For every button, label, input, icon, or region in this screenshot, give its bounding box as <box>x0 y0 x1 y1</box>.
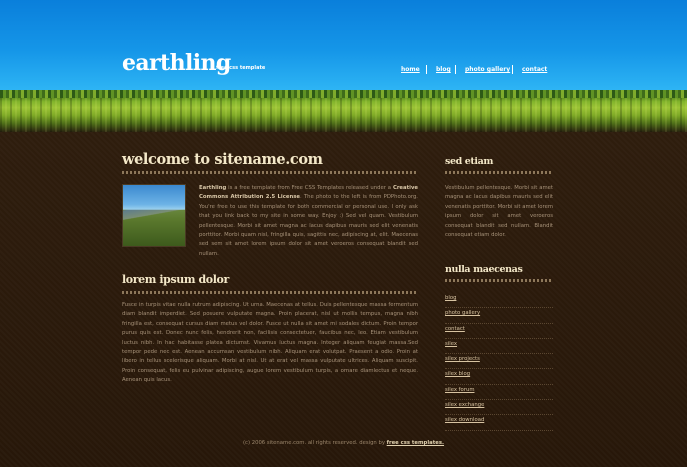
lorem-paragraph: Fusce in turpis vitae nulla rutrum adipi… <box>122 302 418 384</box>
sidebar-link-blog[interactable]: blog <box>445 295 456 301</box>
footer-credit-link[interactable]: free css templates. <box>387 440 444 446</box>
sidebar-links: blog photo gallery contact silex silex p… <box>445 293 553 431</box>
footer: (c) 2006 sitename.com. all rights reserv… <box>0 440 687 446</box>
intro-paragraph: Earthling is a free template from Free C… <box>199 184 418 259</box>
header-sky <box>0 0 687 92</box>
content-background <box>0 132 687 467</box>
sidebar-item-photo-gallery: photo gallery <box>445 308 553 324</box>
sidebar-link-silex-forum[interactable]: silex forum <box>445 387 475 393</box>
nav-contact[interactable]: contact <box>522 66 547 74</box>
nav-photo-gallery[interactable]: photo gallery <box>465 66 510 74</box>
sidebar-link-photo-gallery[interactable]: photo gallery <box>445 310 480 316</box>
sidebar-item-contact: contact <box>445 324 553 339</box>
sidebar-item-silex-download: silex download <box>445 415 553 431</box>
sidebar-link-contact[interactable]: contact <box>445 326 465 332</box>
sidebar-link-silex-blog[interactable]: silex blog <box>445 371 470 377</box>
sidebar-link-silex[interactable]: silex <box>445 341 457 347</box>
page: earthling free css template home blog ph… <box>0 0 687 467</box>
nav-separator <box>426 65 427 74</box>
sidebar-item-blog: blog <box>445 293 553 309</box>
nav-home[interactable]: home <box>401 66 420 74</box>
sed-etiam-divider <box>445 171 553 174</box>
lorem-title: lorem ipsum dolor <box>122 273 229 286</box>
intro-text-1: is a free template from Free CSS Templat… <box>226 185 393 191</box>
welcome-title: welcome to sitename.com <box>122 151 323 168</box>
sed-etiam-text: Vestibulum pellentesque. Morbi sit amet … <box>445 185 553 239</box>
sidebar-item-silex-exchange: silex exchange <box>445 400 553 416</box>
grass-edge <box>0 90 687 98</box>
intro-text-2: . The photo to the left is from PDPhoto.… <box>199 194 418 257</box>
sidebar-item-silex-projects: silex projects <box>445 354 553 370</box>
footer-copyright: (c) 2006 sitename.com. all rights reserv… <box>242 440 387 446</box>
nav-separator <box>455 65 456 74</box>
main-nav: home blog photo gallery contact <box>0 65 687 76</box>
nulla-maecenas-title: nulla maecenas <box>445 264 523 275</box>
intro-lead: Earthling <box>199 185 227 191</box>
sidebar-link-silex-exchange[interactable]: silex exchange <box>445 402 484 408</box>
nulla-maecenas-divider <box>445 279 553 282</box>
landscape-photo <box>122 184 186 247</box>
nav-blog[interactable]: blog <box>436 66 451 74</box>
sidebar-item-silex: silex <box>445 339 553 355</box>
sidebar-item-silex-blog: silex blog <box>445 369 553 385</box>
sidebar-item-silex-forum: silex forum <box>445 385 553 401</box>
welcome-divider <box>122 171 418 174</box>
sidebar-link-silex-projects[interactable]: silex projects <box>445 356 480 362</box>
sed-etiam-title: sed etiam <box>445 156 493 167</box>
lorem-divider <box>122 291 418 294</box>
sidebar-link-silex-download[interactable]: silex download <box>445 417 484 423</box>
nav-separator <box>512 65 513 74</box>
